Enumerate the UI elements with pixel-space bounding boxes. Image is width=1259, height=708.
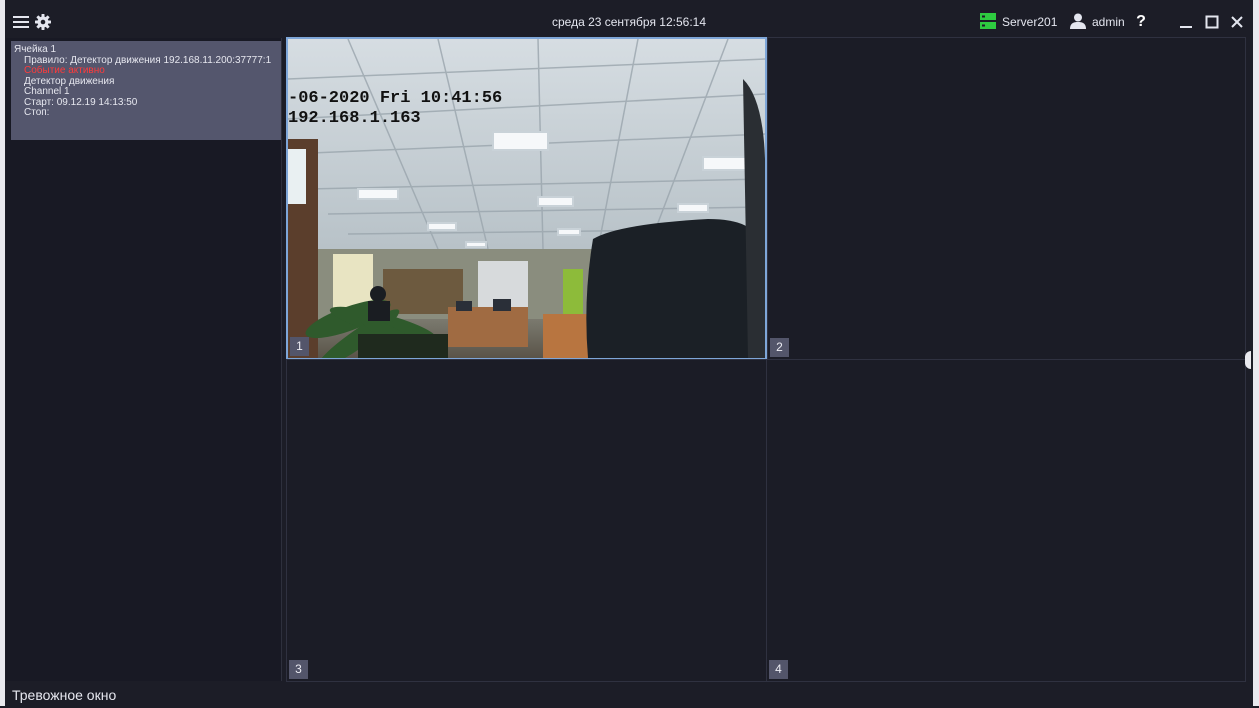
user-name: admin — [1092, 15, 1125, 29]
event-cell: Ячейка 1 — [14, 44, 57, 55]
app-window: среда 23 сентября 12:56:14 Server201 adm… — [0, 0, 1259, 706]
maximize-icon — [1205, 15, 1219, 29]
video-cell-4[interactable]: 4 — [766, 359, 1246, 682]
video-grid: -06-2020 Fri 10:41:56 192.168.1.163 1 2 … — [286, 37, 1246, 682]
close-button[interactable] — [1226, 7, 1248, 37]
video-cell-3[interactable]: 3 — [286, 359, 767, 682]
event-status: Событие активно — [24, 65, 105, 76]
maximize-button[interactable] — [1201, 7, 1223, 37]
window-edge-right — [1253, 0, 1259, 706]
video-cell-1[interactable]: -06-2020 Fri 10:41:56 192.168.1.163 1 — [286, 37, 767, 360]
event-card[interactable]: Ячейка 1 Правило: Детектор движения 192.… — [11, 41, 281, 140]
cell-number-badge: 2 — [770, 338, 789, 357]
title-bar: среда 23 сентября 12:56:14 Server201 adm… — [5, 7, 1253, 37]
camera-feed: -06-2020 Fri 10:41:56 192.168.1.163 — [288, 39, 765, 358]
events-panel: Ячейка 1 Правило: Детектор движения 192.… — [6, 38, 282, 681]
minimize-icon — [1180, 26, 1192, 28]
alarm-window-bar[interactable]: Тревожное окно — [5, 682, 1253, 706]
panel-collapse-handle[interactable] — [1245, 351, 1251, 369]
video-cell-2[interactable]: 2 — [767, 37, 1246, 360]
event-channel: Channel 1 — [24, 86, 70, 97]
help-button[interactable]: ? — [1133, 7, 1149, 37]
window-edge-left — [0, 0, 5, 706]
cell-number-badge: 4 — [769, 660, 788, 679]
event-start: Старт: 09.12.19 14:13:50 — [24, 96, 138, 108]
osd-datetime: -06-2020 Fri 10:41:56 — [288, 89, 503, 108]
user-icon — [1070, 13, 1086, 32]
date-time-clock: среда 23 сентября 12:56:14 — [551, 15, 707, 29]
server-icon — [980, 12, 996, 32]
event-stop: Стоп: — [24, 107, 50, 118]
alarm-window-label: Тревожное окно — [12, 687, 117, 703]
minimize-button[interactable] — [1175, 7, 1197, 37]
user-indicator[interactable]: admin — [1070, 7, 1125, 37]
osd-ip-address: 192.168.1.163 — [288, 109, 421, 128]
cell-number-badge: 3 — [289, 660, 308, 679]
close-icon — [1231, 16, 1243, 28]
server-name: Server201 — [1002, 15, 1058, 29]
cell-number-badge: 1 — [290, 337, 309, 356]
server-indicator[interactable]: Server201 — [980, 7, 1057, 37]
